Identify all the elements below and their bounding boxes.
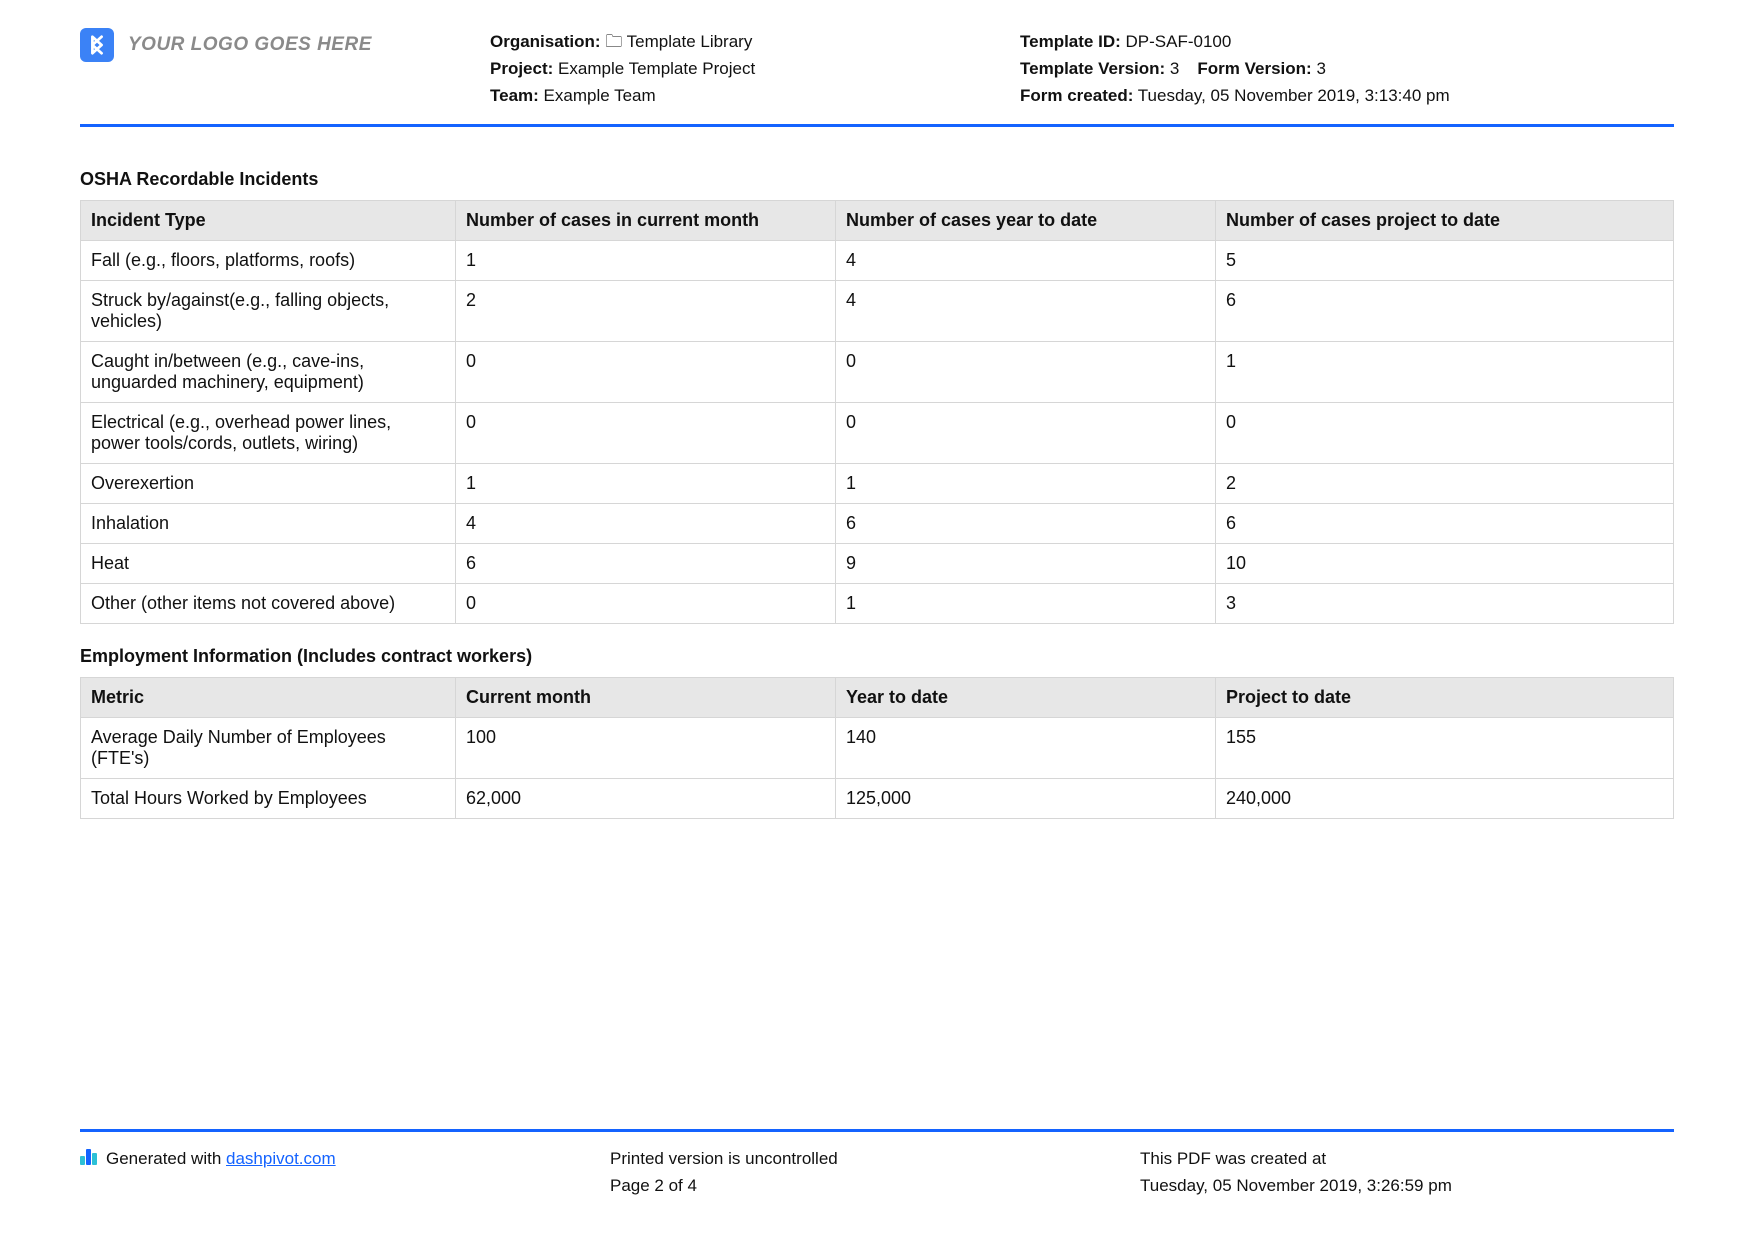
table-cell: Overexertion (81, 463, 456, 503)
table-cell: 6 (456, 543, 836, 583)
table-cell: Electrical (e.g., overhead power lines, … (81, 402, 456, 463)
table-cell: 9 (836, 543, 1216, 583)
org-label: Organisation: (490, 32, 601, 51)
column-header: Metric (81, 677, 456, 717)
table-row: Other (other items not covered above)013 (81, 583, 1674, 623)
form-version-label: Form Version: (1197, 59, 1311, 78)
header-divider (80, 124, 1674, 127)
table-cell: 155 (1216, 717, 1674, 778)
table-cell: 0 (836, 341, 1216, 402)
dashpivot-icon (80, 1149, 98, 1165)
form-created-label: Form created: (1020, 86, 1133, 105)
template-id-label: Template ID: (1020, 32, 1121, 51)
generated-with-text: Generated with (106, 1149, 226, 1168)
table-cell: 0 (836, 402, 1216, 463)
table-cell: 4 (836, 280, 1216, 341)
table-cell: 4 (836, 240, 1216, 280)
project-value: Example Template Project (558, 59, 755, 78)
form-created-value: Tuesday, 05 November 2019, 3:13:40 pm (1138, 86, 1450, 105)
table-cell: 1 (1216, 341, 1674, 402)
template-id-value: DP-SAF-0100 (1126, 32, 1232, 51)
uncontrolled-text: Printed version is uncontrolled (610, 1146, 1140, 1172)
table-row: Total Hours Worked by Employees62,000125… (81, 778, 1674, 818)
form-version-value: 3 (1316, 59, 1325, 78)
table-cell: 6 (1216, 280, 1674, 341)
project-label: Project: (490, 59, 553, 78)
table-cell: 1 (456, 463, 836, 503)
table-cell: 0 (456, 583, 836, 623)
pdf-created-value: Tuesday, 05 November 2019, 3:26:59 pm (1140, 1173, 1674, 1199)
employment-title: Employment Information (Includes contrac… (80, 646, 1674, 667)
column-header: Number of cases project to date (1216, 200, 1674, 240)
table-row: Overexertion112 (81, 463, 1674, 503)
dashpivot-link[interactable]: dashpivot.com (226, 1149, 336, 1168)
page-number: Page 2 of 4 (610, 1173, 1140, 1199)
team-value: Example Team (544, 86, 656, 105)
table-row: Electrical (e.g., overhead power lines, … (81, 402, 1674, 463)
logo-block: YOUR LOGO GOES HERE (80, 28, 460, 62)
table-row: Average Daily Number of Employees (FTE's… (81, 717, 1674, 778)
column-header: Number of cases in current month (456, 200, 836, 240)
logo-icon (80, 28, 114, 62)
table-cell: 0 (1216, 402, 1674, 463)
header-meta-left: Organisation: 🗀 Template Library Project… (490, 28, 990, 110)
column-header: Project to date (1216, 677, 1674, 717)
incidents-title: OSHA Recordable Incidents (80, 169, 1674, 190)
document-footer: Generated with dashpivot.com Printed ver… (80, 1129, 1674, 1199)
column-header: Number of cases year to date (836, 200, 1216, 240)
column-header: Incident Type (81, 200, 456, 240)
table-row: Heat6910 (81, 543, 1674, 583)
column-header: Year to date (836, 677, 1216, 717)
team-label: Team: (490, 86, 539, 105)
table-cell: Fall (e.g., floors, platforms, roofs) (81, 240, 456, 280)
table-cell: Caught in/between (e.g., cave-ins, ungua… (81, 341, 456, 402)
table-cell: Other (other items not covered above) (81, 583, 456, 623)
table-cell: 2 (456, 280, 836, 341)
employment-table: MetricCurrent monthYear to dateProject t… (80, 677, 1674, 819)
column-header: Current month (456, 677, 836, 717)
table-cell: 3 (1216, 583, 1674, 623)
template-version-value: 3 (1170, 59, 1179, 78)
table-cell: 4 (456, 503, 836, 543)
table-cell: Heat (81, 543, 456, 583)
header-meta-right: Template ID: DP-SAF-0100 Template Versio… (1020, 28, 1674, 110)
table-cell: Struck by/against(e.g., falling objects,… (81, 280, 456, 341)
table-cell: Inhalation (81, 503, 456, 543)
table-cell: Average Daily Number of Employees (FTE's… (81, 717, 456, 778)
incidents-table: Incident TypeNumber of cases in current … (80, 200, 1674, 624)
table-cell: 6 (1216, 503, 1674, 543)
table-cell: 1 (836, 463, 1216, 503)
table-cell: Total Hours Worked by Employees (81, 778, 456, 818)
table-cell: 5 (1216, 240, 1674, 280)
table-cell: 100 (456, 717, 836, 778)
table-cell: 10 (1216, 543, 1674, 583)
table-cell: 240,000 (1216, 778, 1674, 818)
table-cell: 6 (836, 503, 1216, 543)
logo-placeholder-text: YOUR LOGO GOES HERE (128, 34, 372, 56)
table-cell: 1 (456, 240, 836, 280)
table-cell: 1 (836, 583, 1216, 623)
table-cell: 140 (836, 717, 1216, 778)
template-version-label: Template Version: (1020, 59, 1165, 78)
org-value: 🗀 Template Library (605, 32, 752, 51)
table-row: Inhalation466 (81, 503, 1674, 543)
table-row: Caught in/between (e.g., cave-ins, ungua… (81, 341, 1674, 402)
pdf-created-label: This PDF was created at (1140, 1146, 1674, 1172)
document-header: YOUR LOGO GOES HERE Organisation: 🗀 Temp… (80, 28, 1674, 124)
table-row: Struck by/against(e.g., falling objects,… (81, 280, 1674, 341)
table-cell: 0 (456, 402, 836, 463)
table-cell: 62,000 (456, 778, 836, 818)
table-row: Fall (e.g., floors, platforms, roofs)145 (81, 240, 1674, 280)
table-cell: 125,000 (836, 778, 1216, 818)
table-cell: 0 (456, 341, 836, 402)
footer-divider (80, 1129, 1674, 1132)
table-cell: 2 (1216, 463, 1674, 503)
